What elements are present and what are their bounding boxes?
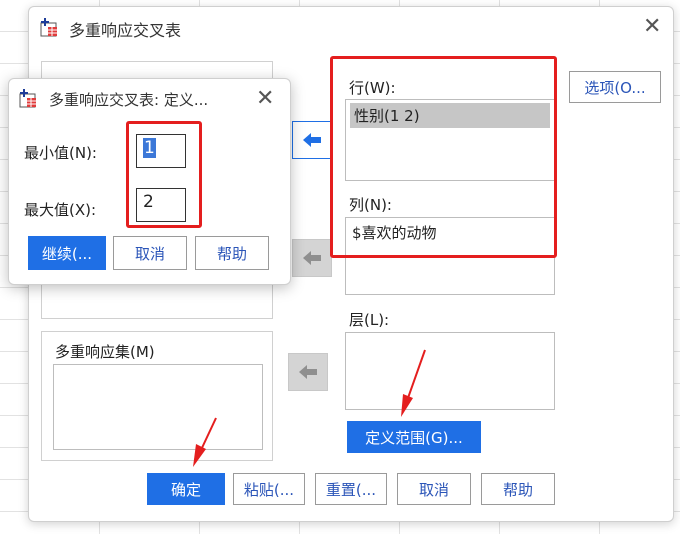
- annotation-arrow-define-ranges: [401, 349, 426, 417]
- annotation-arrow-ok: [193, 417, 217, 467]
- annotation-arrows: [193, 349, 426, 467]
